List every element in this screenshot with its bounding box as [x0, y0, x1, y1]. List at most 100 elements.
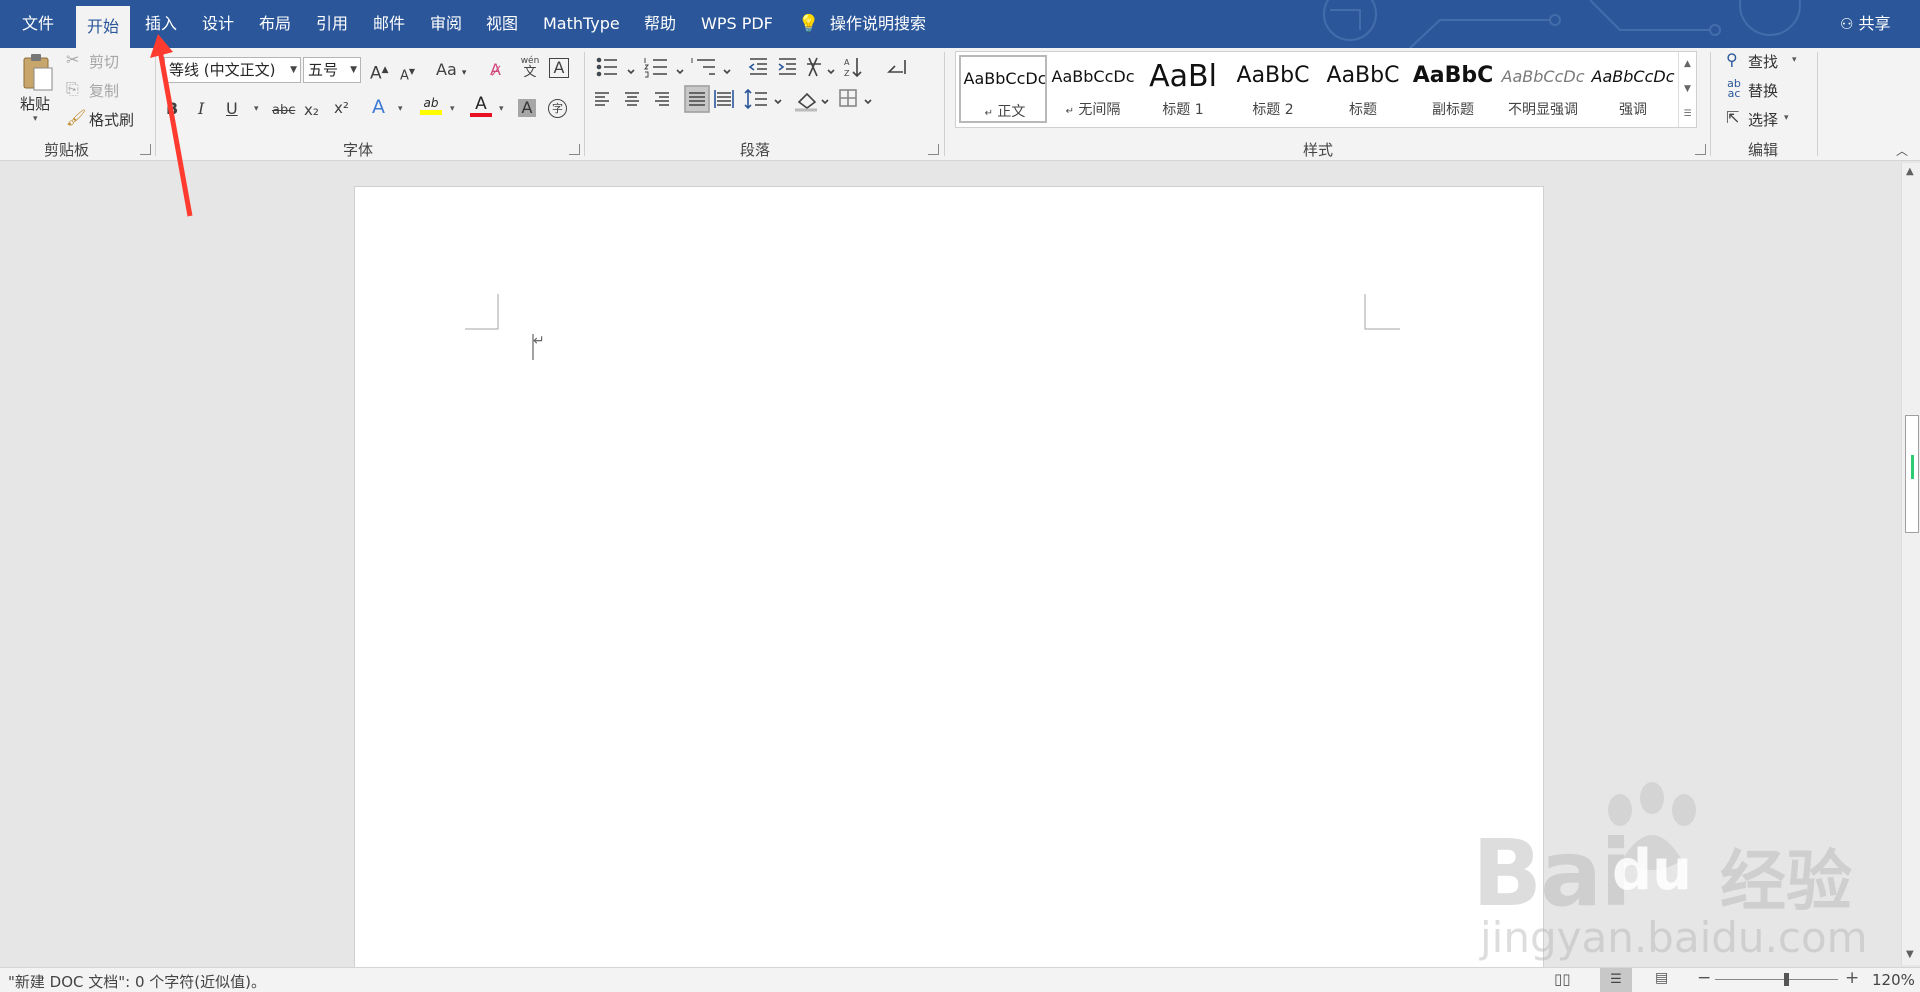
web-layout-icon[interactable]: ▤ [1655, 970, 1668, 986]
scroll-down-icon[interactable]: ▼ [1906, 949, 1914, 960]
chevron-down-icon[interactable] [676, 69, 684, 75]
font-size-combo[interactable]: 五号 ▼ [303, 57, 361, 83]
align-left-icon[interactable] [595, 92, 609, 106]
distributed-icon[interactable] [714, 90, 734, 108]
paragraph-marks-icon[interactable] [887, 60, 906, 74]
style-preview: AaBbCcDc [1051, 67, 1135, 86]
underline-button[interactable]: U [226, 99, 238, 119]
tab-home[interactable]: 开始 [76, 6, 131, 48]
tab-references[interactable]: 引用 [316, 0, 348, 48]
chinese-layout-icon[interactable] [807, 57, 821, 77]
highlight-dropdown-icon[interactable]: ▾ [450, 104, 455, 114]
share-button[interactable]: ⚇ 共享 [1840, 0, 1891, 48]
cut-button[interactable]: 剪切 [89, 51, 119, 72]
align-center-icon[interactable] [625, 92, 639, 106]
style-name: 标题 1 [1162, 102, 1204, 118]
zoom-level[interactable]: 120% [1872, 971, 1915, 989]
style-heading-1[interactable]: AaBl 标题 1 [1139, 55, 1227, 123]
font-launcher-icon[interactable] [569, 144, 580, 155]
chevron-down-icon[interactable] [864, 99, 872, 105]
numbering-icon[interactable] [644, 58, 667, 78]
word-count-status[interactable]: "新建 DOC 文档": 0 个字符(近似值)。 [8, 971, 266, 992]
style-title[interactable]: AaBbC 标题 [1319, 55, 1407, 123]
scroll-up-icon[interactable]: ▲ [1906, 166, 1914, 177]
tab-view[interactable]: 视图 [486, 0, 518, 48]
line-spacing-icon[interactable] [744, 88, 767, 110]
tell-me-search[interactable]: 操作说明搜索 [830, 0, 926, 48]
decrease-indent-icon[interactable] [748, 58, 767, 75]
chevron-down-icon[interactable] [723, 69, 731, 75]
tab-file[interactable]: 文件 [22, 0, 54, 48]
paragraph-launcher-icon[interactable] [928, 144, 939, 155]
title-bar-decoration [1323, 0, 1801, 48]
document-page[interactable]: ↵ [355, 187, 1543, 991]
more-styles-icon[interactable]: ☰ [1679, 102, 1696, 127]
find-dropdown-icon[interactable]: ▾ [1792, 55, 1797, 65]
vertical-scrollbar[interactable]: ▲ ▼ [1901, 163, 1920, 965]
tab-review[interactable]: 审阅 [430, 0, 462, 48]
clear-formatting-icon[interactable]: A̷ [490, 60, 501, 80]
subscript-button[interactable]: x₂ [304, 100, 319, 120]
chevron-down-icon[interactable] [827, 69, 835, 75]
find-button[interactable]: 查找 [1748, 51, 1778, 72]
underline-dropdown-icon[interactable]: ▾ [254, 104, 259, 114]
styles-launcher-icon[interactable] [1695, 144, 1706, 155]
phonetic-guide-button[interactable]: wén 文 [520, 56, 540, 79]
zoom-slider[interactable] [1715, 979, 1838, 980]
zoom-in-icon[interactable]: + [1845, 968, 1859, 988]
style-emphasis[interactable]: AaBbCcDc 强调 [1589, 55, 1677, 123]
enclose-characters-button[interactable]: 字 [548, 99, 567, 118]
multilevel-list-icon[interactable] [691, 58, 715, 75]
text-effects-button[interactable]: A [372, 97, 385, 117]
paste-dropdown-icon[interactable]: ▾ [33, 114, 38, 124]
style-subtle-emphasis[interactable]: AaBbCcDc 不明显强调 [1499, 55, 1587, 123]
strikethrough-button[interactable]: abc [272, 101, 295, 121]
font-color-button[interactable]: A [470, 96, 492, 117]
text-effects-dropdown-icon[interactable]: ▾ [398, 104, 403, 114]
borders-icon[interactable] [839, 89, 857, 107]
select-dropdown-icon[interactable]: ▾ [1784, 113, 1789, 123]
change-case-button[interactable]: Aa ▾ [436, 60, 466, 83]
zoom-slider-thumb[interactable] [1784, 973, 1790, 986]
superscript-button[interactable]: x² [334, 98, 349, 118]
copy-button[interactable]: 复制 [89, 80, 119, 101]
style-no-spacing[interactable]: AaBbCcDc ↵ 无间隔 [1049, 55, 1137, 123]
select-button[interactable]: 选择 [1748, 109, 1778, 130]
collapse-ribbon-icon[interactable]: ︿ [1896, 142, 1908, 159]
sort-icon[interactable]: AZ [844, 58, 862, 78]
tab-mailings[interactable]: 邮件 [373, 0, 405, 48]
highlight-button[interactable]: ab [420, 97, 442, 115]
chevron-down-icon[interactable] [821, 99, 829, 105]
chevron-down-icon[interactable]: ▼ [1679, 77, 1696, 102]
character-border-button[interactable]: A [549, 58, 569, 78]
style-heading-2[interactable]: AaBbC 标题 2 [1229, 55, 1317, 123]
paste-button[interactable] [20, 52, 54, 92]
format-painter-button[interactable]: 格式刷 [89, 109, 134, 130]
gallery-scroll[interactable]: ▲ ▼ ☰ [1678, 52, 1696, 127]
style-subtitle[interactable]: AaBbC 副标题 [1409, 55, 1497, 123]
bullets-icon[interactable] [596, 57, 618, 77]
align-right-icon[interactable] [655, 92, 669, 106]
print-layout-icon[interactable]: ☰ [1600, 968, 1632, 992]
paint-bucket-icon[interactable] [795, 92, 817, 112]
replace-button[interactable]: 替换 [1748, 80, 1778, 101]
chevron-down-icon[interactable] [774, 99, 782, 105]
font-color-dropdown-icon[interactable]: ▾ [499, 104, 504, 114]
zoom-out-icon[interactable]: − [1697, 968, 1711, 988]
increase-indent-icon[interactable] [778, 58, 796, 75]
chevron-up-icon[interactable]: ▲ [1679, 52, 1696, 77]
character-shading-button[interactable]: A [518, 99, 536, 117]
tab-help[interactable]: 帮助 [644, 0, 676, 48]
chevron-down-icon[interactable] [627, 69, 635, 75]
tab-design[interactable]: 设计 [202, 0, 234, 48]
tab-mathtype[interactable]: MathType [543, 0, 620, 48]
paste-label[interactable]: 粘贴 [20, 93, 50, 114]
tab-layout[interactable]: 布局 [259, 0, 291, 48]
style-normal[interactable]: AaBbCcDc ↵ 正文 [959, 55, 1047, 123]
tab-wps-pdf[interactable]: WPS PDF [701, 0, 773, 48]
shrink-font-button[interactable]: A▼ [400, 62, 415, 86]
lightbulb-icon: 💡 [798, 14, 820, 34]
grow-font-button[interactable]: A▲ [370, 60, 389, 84]
paragraph-mark-icon: ↵ [984, 108, 993, 119]
read-mode-icon[interactable]: ▯▯ [1554, 970, 1571, 988]
